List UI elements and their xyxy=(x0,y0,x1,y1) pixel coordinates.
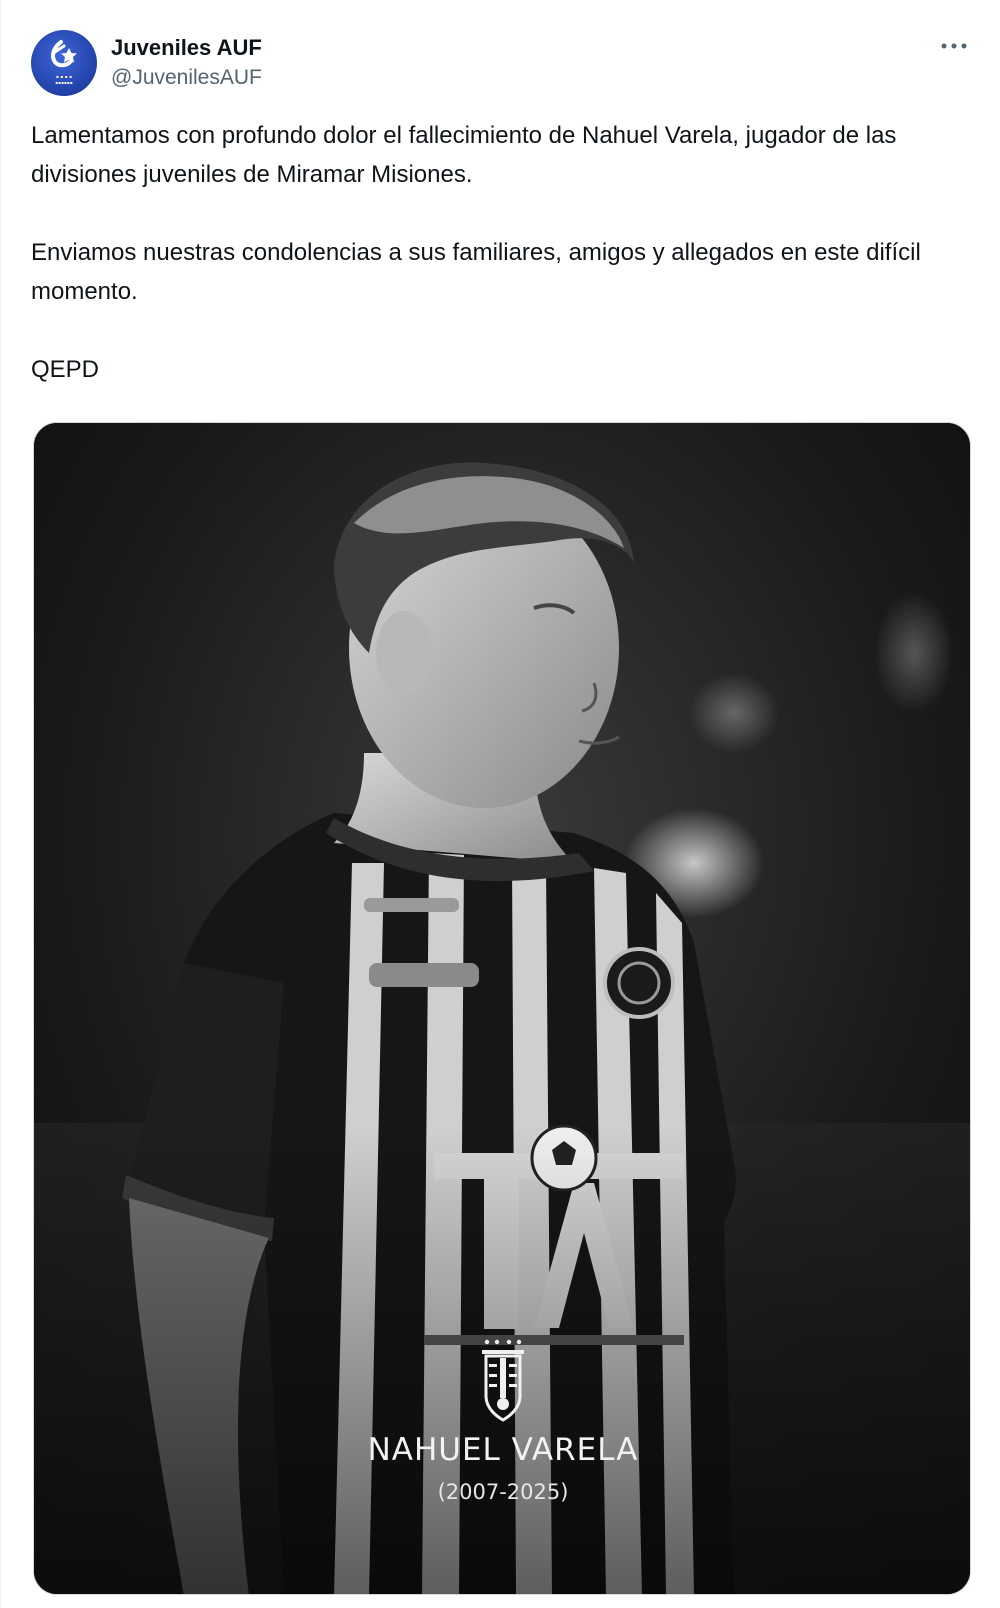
post-text: Lamentamos con profundo dolor el falleci… xyxy=(31,116,976,428)
post-card: ▪ ▪ ▪ ▪ ▪▪▪▪▪▪ Juveniles AUF @JuvenilesA… xyxy=(0,0,1000,1608)
post-paragraph: Lamentamos con profundo dolor el falleci… xyxy=(31,122,897,188)
avatar-logo-mark-2: ▪▪▪▪▪▪ xyxy=(55,80,73,85)
avatar-logo-mark: ▪ ▪ ▪ ▪ xyxy=(55,74,73,79)
author-names: Juveniles AUF @JuvenilesAUF xyxy=(111,34,262,92)
post-media-image[interactable]: NAHUEL VARELA (2007-2025) xyxy=(33,422,971,1595)
tribute-years: (2007-2025) xyxy=(437,1480,569,1504)
auf-crest-icon xyxy=(482,1339,524,1422)
avatar[interactable]: ▪ ▪ ▪ ▪ ▪▪▪▪▪▪ xyxy=(31,30,97,96)
more-horizontal-icon xyxy=(941,43,967,49)
post-paragraph: QEPD xyxy=(31,356,100,383)
post-header: ▪ ▪ ▪ ▪ ▪▪▪▪▪▪ Juveniles AUF @JuvenilesA… xyxy=(31,30,262,96)
account-handle[interactable]: @JuvenilesAUF xyxy=(111,64,262,92)
tribute-name: NAHUEL VARELA xyxy=(367,1432,639,1468)
post-paragraph: Enviamos nuestras condolencias a sus fam… xyxy=(31,239,921,305)
more-options-button[interactable] xyxy=(936,34,972,58)
display-name[interactable]: Juveniles AUF xyxy=(111,34,262,62)
juveniles-auf-logo-icon xyxy=(51,40,77,68)
